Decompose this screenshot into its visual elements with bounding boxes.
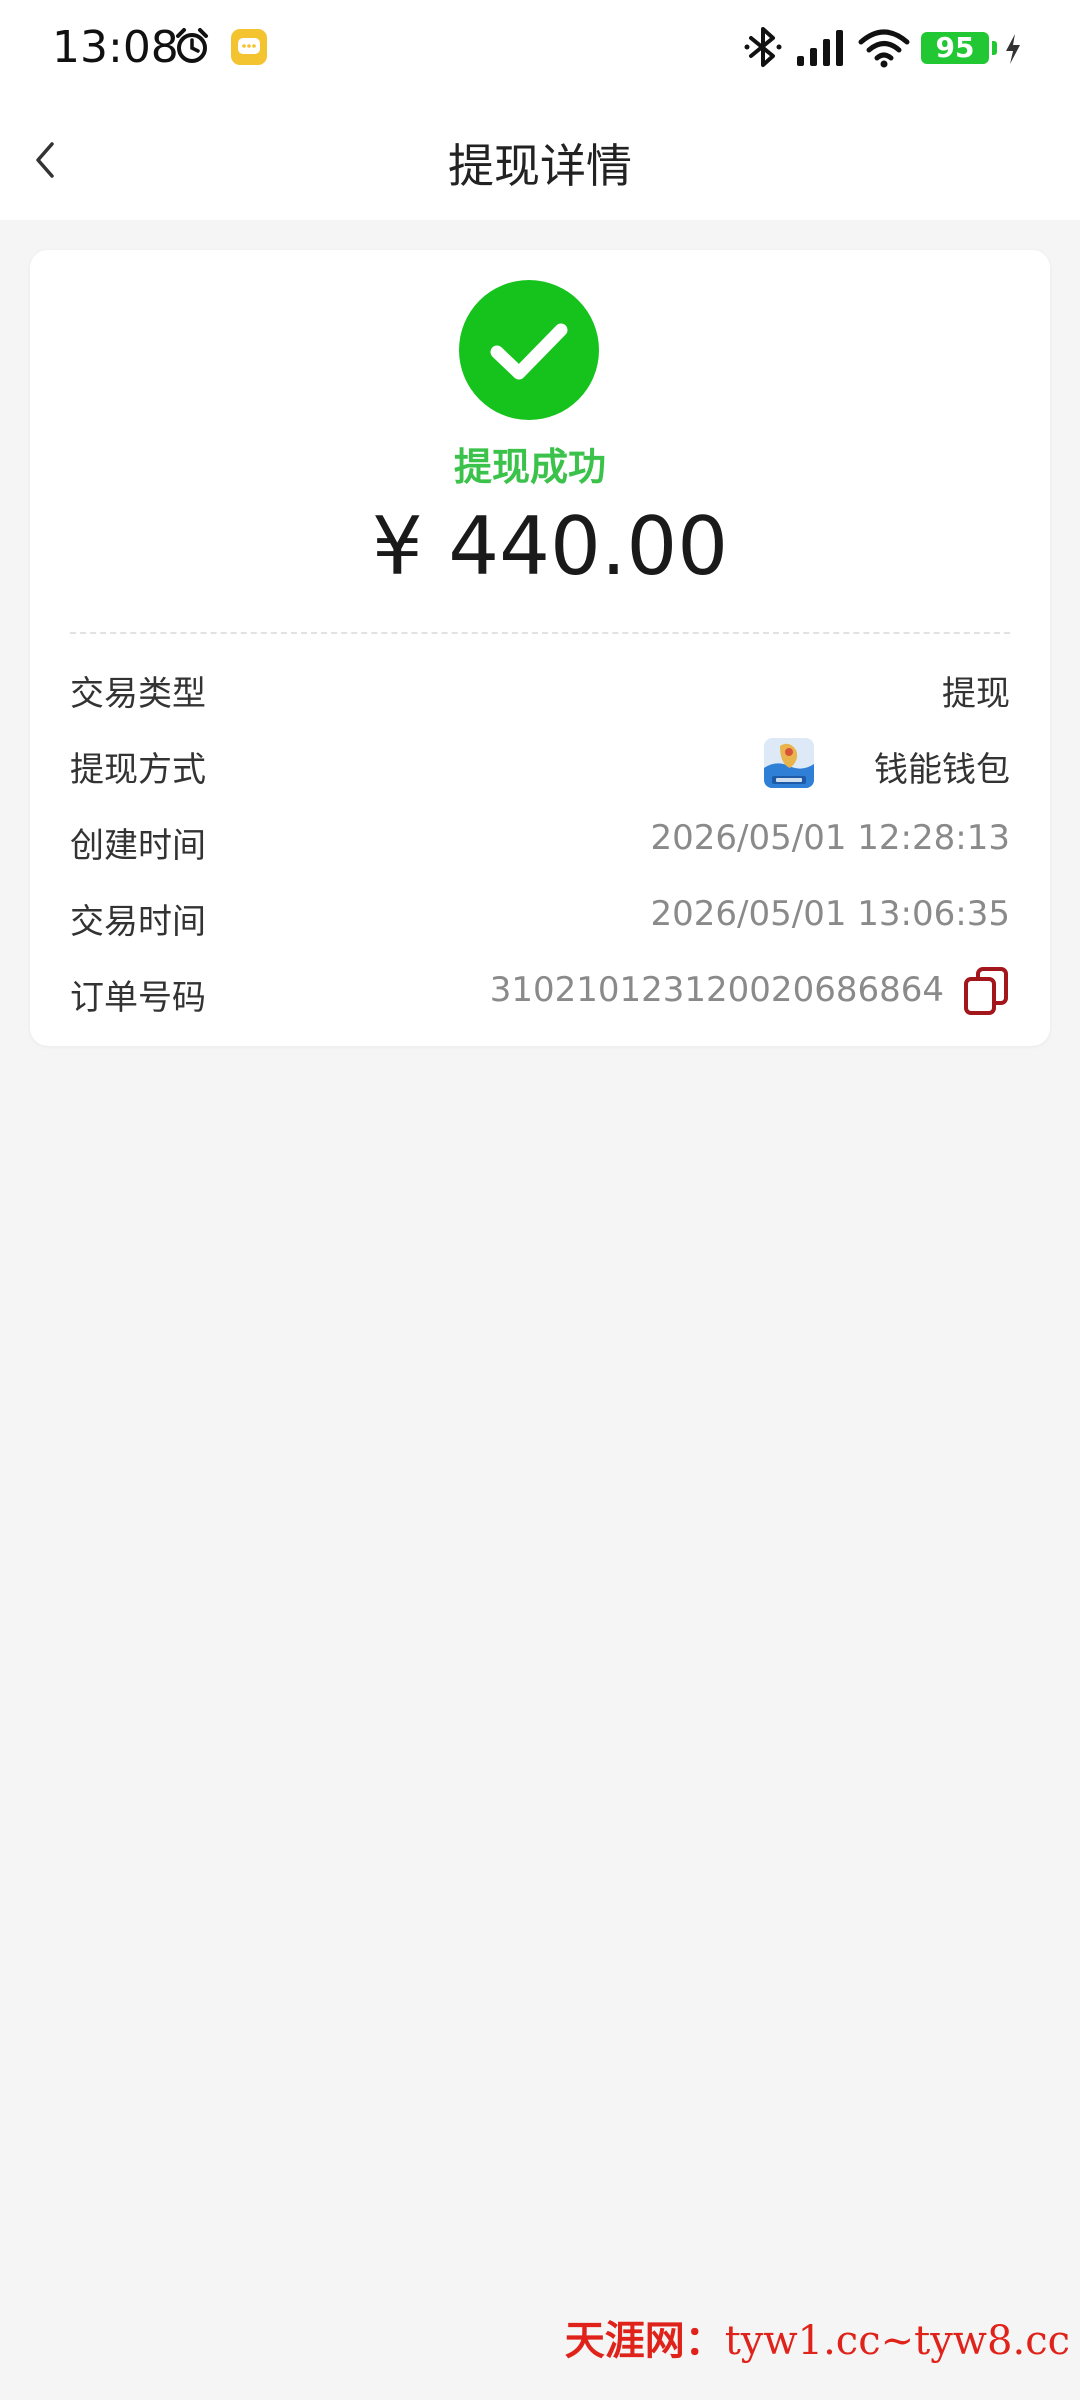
message-notification-icon (230, 28, 268, 70)
alarm-icon (172, 26, 212, 70)
detail-label: 交易类型 (70, 674, 206, 714)
withdraw-status-text: 提现成功 (453, 445, 606, 489)
detail-label: 交易时间 (70, 902, 206, 942)
watermark-site: 天涯网： (564, 2317, 725, 2364)
status-time: 13:08 (52, 22, 179, 73)
watermark: 天涯网：tyw1.cc~tyw8.cc (565, 2308, 1070, 2366)
dashed-divider (70, 632, 1010, 634)
detail-value: 钱能钱包 (874, 750, 1010, 790)
detail-row-transaction-type: 交易类型 提现 (70, 658, 1010, 718)
withdrawal-detail-card: 提现成功 ¥ 440.00 交易类型 提现 提现方式 钱能钱包 创建时间 202… (30, 250, 1050, 1046)
nav-bar: 提现详情 (0, 100, 1080, 220)
detail-label: 创建时间 (70, 826, 206, 866)
wifi-icon (858, 28, 910, 72)
detail-row-transaction-time: 交易时间 2026/05/01 13:06:35 (70, 886, 1010, 946)
order-number-value: 3102101231200206868​64 (489, 970, 944, 1010)
copy-button[interactable] (962, 966, 1010, 1016)
page-title: 提现详情 (448, 139, 632, 193)
detail-value: 2026/05/01 12:28:13 (650, 818, 1010, 858)
detail-label: 订单号码 (70, 978, 206, 1018)
withdraw-amount: ¥ 440.00 (371, 500, 729, 593)
status-bar: 13:08 95 (0, 0, 1080, 100)
watermark-domains: tyw1.cc~tyw8.cc (724, 2318, 1070, 2364)
charging-icon (1002, 32, 1024, 70)
signal-strength-icon (795, 28, 851, 72)
battery-indicator: 95 (921, 32, 989, 64)
detail-row-order-number: 订单号码 3102101231200206868​64 (70, 962, 1010, 1022)
wallet-app-icon (764, 738, 814, 788)
detail-value: 2026/05/01 13:06:35 (650, 894, 1010, 934)
detail-value: 提现 (942, 674, 1010, 714)
battery-tip (992, 41, 997, 55)
detail-row-withdraw-method: 提现方式 钱能钱包 (70, 734, 1010, 794)
detail-label: 提现方式 (70, 750, 206, 790)
bluetooth-icon (743, 26, 783, 72)
copy-icon (964, 967, 1008, 1015)
success-check-icon (459, 280, 599, 420)
detail-row-created-time: 创建时间 2026/05/01 12:28:13 (70, 810, 1010, 870)
